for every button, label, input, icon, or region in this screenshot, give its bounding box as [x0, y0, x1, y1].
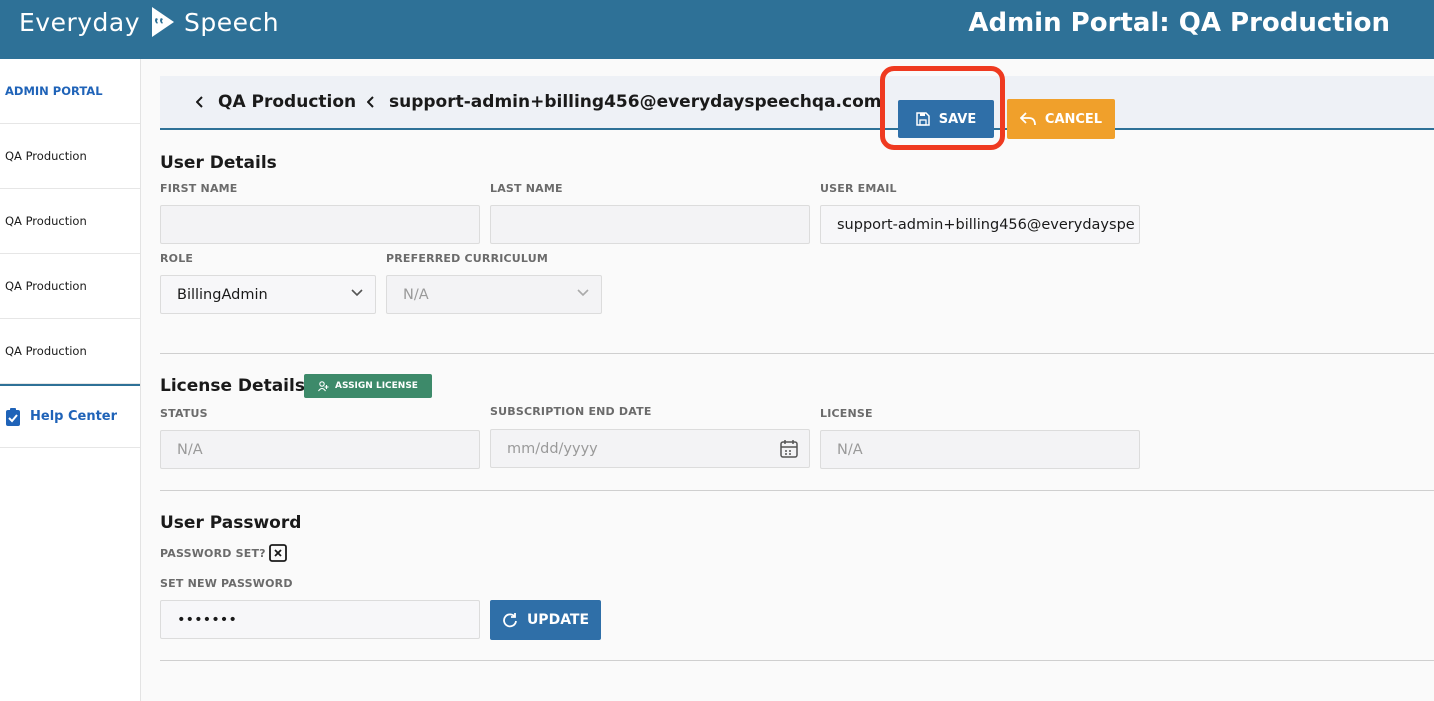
sidebar-heading-admin-portal[interactable]: ADMIN PORTAL	[0, 59, 140, 124]
role-label: ROLE	[160, 252, 194, 265]
sidebar-item-qa-production[interactable]: QA Production	[0, 319, 140, 384]
user-password-title: User Password	[160, 513, 302, 533]
license-label: LICENSE	[820, 407, 873, 420]
preferred-curriculum-label: PREFERRED CURRICULUM	[386, 252, 549, 265]
chevron-left-icon	[367, 96, 375, 108]
chevron-down-icon	[351, 289, 363, 297]
clipboard-check-icon	[5, 407, 21, 426]
x-box-icon	[269, 544, 287, 562]
everyday-speech-logo[interactable]: Everyday Speech	[19, 6, 279, 38]
user-email-field[interactable]: support-admin+billing456@everydayspe	[820, 205, 1140, 244]
logo-word-1: Everyday	[19, 7, 141, 37]
section-divider	[160, 660, 1434, 661]
main-content: QA Production support-admin+billing456@e…	[141, 59, 1434, 701]
update-password-button[interactable]: UPDATE	[490, 600, 601, 640]
set-new-password-label: SET NEW PASSWORD	[160, 577, 293, 590]
breadcrumb-current: support-admin+billing456@everydayspeechq…	[367, 76, 881, 128]
preferred-curriculum-value: N/A	[403, 286, 429, 303]
license-field[interactable]: N/A	[820, 430, 1140, 469]
last-name-label: LAST NAME	[490, 182, 563, 195]
assign-license-label: ASSIGN LICENSE	[335, 381, 418, 391]
end-date-placeholder: mm/dd/yyyy	[507, 440, 598, 457]
last-name-field[interactable]	[490, 205, 810, 244]
password-set-label: PASSWORD SET?	[160, 547, 266, 560]
user-details-title: User Details	[160, 153, 277, 173]
section-divider	[160, 353, 1434, 354]
chevron-left-icon	[196, 96, 204, 108]
role-select[interactable]: BillingAdmin	[160, 275, 376, 314]
breadcrumb-parent-label: QA Production	[218, 92, 357, 112]
subscription-end-date-field[interactable]: mm/dd/yyyy	[490, 429, 810, 468]
sidebar-item-qa-production[interactable]: QA Production	[0, 189, 140, 254]
top-header: Everyday Speech Admin Portal: QA Product…	[0, 0, 1434, 59]
portal-title: Admin Portal: QA Production	[968, 8, 1390, 38]
undo-arrow-icon	[1019, 112, 1036, 126]
license-details-title: License Details	[160, 376, 305, 396]
logo-word-2: Speech	[184, 7, 280, 37]
status-field[interactable]: N/A	[160, 430, 480, 469]
speech-bubble-icon	[150, 7, 176, 37]
preferred-curriculum-select[interactable]: N/A	[386, 275, 602, 314]
first-name-field[interactable]	[160, 205, 480, 244]
subscription-end-date-label: SUBSCRIPTION END DATE	[490, 405, 652, 418]
user-email-label: USER EMAIL	[820, 182, 897, 195]
new-password-field[interactable]: •••••••	[160, 600, 480, 639]
status-label: STATUS	[160, 407, 208, 420]
breadcrumb-parent[interactable]: QA Production	[196, 76, 356, 128]
help-center-label: Help Center	[30, 409, 118, 424]
chevron-down-icon	[577, 289, 589, 297]
assign-license-button[interactable]: ASSIGN LICENSE	[304, 374, 432, 398]
help-center-link[interactable]: Help Center	[0, 384, 140, 448]
sidebar: ADMIN PORTAL QA Production QA Production…	[0, 59, 141, 701]
user-add-icon	[318, 380, 329, 391]
refresh-icon	[503, 613, 517, 628]
sidebar-item-qa-production[interactable]: QA Production	[0, 254, 140, 319]
role-select-value: BillingAdmin	[177, 286, 268, 303]
cancel-button[interactable]: CANCEL	[1007, 99, 1115, 139]
page-header-bar: QA Production support-admin+billing456@e…	[160, 76, 1434, 130]
breadcrumb-current-label: support-admin+billing456@everydayspeechq…	[389, 92, 882, 112]
update-button-label: UPDATE	[526, 612, 590, 628]
sidebar-item-qa-production[interactable]: QA Production	[0, 124, 140, 189]
save-highlight-annotation	[880, 66, 1005, 150]
cancel-button-label: CANCEL	[1044, 111, 1103, 127]
section-divider	[160, 490, 1434, 491]
first-name-label: FIRST NAME	[160, 182, 238, 195]
calendar-icon[interactable]	[780, 439, 798, 458]
